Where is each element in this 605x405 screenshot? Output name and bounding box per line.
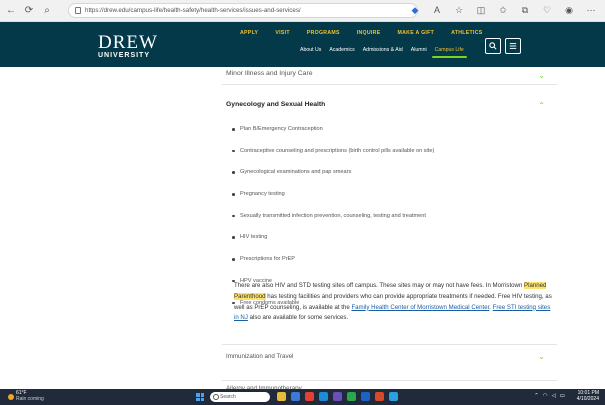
drew-logo[interactable]: DREW UNIVERSITY <box>98 32 158 59</box>
taskbar: 61°F Rain coming Search ⌃ ◠ ◁ ▭ 10:01 PM… <box>0 389 605 405</box>
url-text: https://drew.edu/campus-life/health-safe… <box>85 7 301 14</box>
chevron-down-icon: ⌄ <box>538 352 545 361</box>
favorites-icon[interactable]: ✩ <box>497 4 509 16</box>
lock-icon <box>75 7 81 14</box>
accordion: Minor Illness and Injury Care ⌄ Gynecolo… <box>222 67 557 125</box>
browser-essentials-icon[interactable]: ♡ <box>541 4 553 16</box>
reload-icon[interactable]: ⟳ <box>22 4 36 18</box>
word-icon[interactable] <box>361 392 370 401</box>
site-search-button[interactable] <box>485 38 501 54</box>
chevron-down-icon: ⌄ <box>538 71 545 80</box>
paragraph-text: also are available for some services. <box>247 314 349 322</box>
back-icon[interactable]: ← <box>4 4 18 18</box>
subnav-academics[interactable]: Academics <box>329 47 354 53</box>
system-tray: ⌃ ◠ ◁ ▭ <box>534 393 565 399</box>
taskbar-apps <box>277 392 398 401</box>
wifi-icon[interactable]: ◠ <box>543 393 548 399</box>
subnav-about-us[interactable]: About Us <box>300 47 321 53</box>
favorite-star-icon[interactable]: ☆ <box>453 4 465 16</box>
testing-sites-paragraph: There are also HIV and STD testing sites… <box>234 281 554 324</box>
read-aloud-icon[interactable]: A <box>431 4 443 16</box>
subnav-campus-life[interactable]: Campus Life <box>431 47 467 58</box>
chevron-up-icon: ⌃ <box>538 101 545 110</box>
list-item: Contraceptive counseling and prescriptio… <box>232 148 434 170</box>
nav-visit[interactable]: VISIT <box>275 30 289 36</box>
hamburger-icon <box>509 43 517 49</box>
mail-icon[interactable] <box>389 392 398 401</box>
paragraph-text: There are also HIV and STD testing sites… <box>234 282 525 289</box>
list-item: Gynecological examinations and pap smear… <box>232 169 434 191</box>
file-explorer-icon[interactable] <box>277 392 286 401</box>
clock[interactable]: 10:01 PM 4/10/2024 <box>576 390 599 402</box>
edge-icon[interactable] <box>319 392 328 401</box>
windows-start-icon[interactable] <box>196 393 204 401</box>
list-item: Prescriptions for PrEP <box>232 256 434 278</box>
taskbar-search[interactable]: Search <box>210 392 270 402</box>
address-bar[interactable]: https://drew.edu/campus-life/health-safe… <box>68 3 418 18</box>
site-header: DREW UNIVERSITY APPLY VISIT PROGRAMS INQ… <box>0 22 605 67</box>
subnav-admissions-aid[interactable]: Admissions & Aid <box>363 47 403 53</box>
accordion-minor-illness[interactable]: Minor Illness and Injury Care ⌄ <box>222 67 557 85</box>
collections-icon[interactable]: ⧉ <box>519 4 531 16</box>
teams-icon[interactable] <box>333 392 342 401</box>
browser-search-icon[interactable]: ⌕ <box>40 4 54 18</box>
browser-toolbar: ← ⟳ ⌕ https://drew.edu/campus-life/healt… <box>0 0 605 22</box>
list-item: HIV testing <box>232 234 434 256</box>
accordion-gynecology[interactable]: Gynecology and Sexual Health ⌃ <box>222 85 557 125</box>
family-health-center-link[interactable]: Family Health Center of Morristown Medic… <box>351 304 489 311</box>
subnav-alumni[interactable]: Alumni <box>411 47 427 53</box>
nav-programs[interactable]: PROGRAMS <box>307 30 340 36</box>
accordion-immunization[interactable]: Immunization and Travel ⌄ <box>222 344 557 364</box>
logo-subtitle: UNIVERSITY <box>98 52 151 59</box>
volume-icon[interactable]: ◁ <box>552 393 556 399</box>
excel-icon[interactable] <box>347 392 356 401</box>
accordion-title: Immunization and Travel <box>226 353 294 360</box>
nav-make-a-gift[interactable]: MAKE A GIFT <box>397 30 434 36</box>
split-screen-icon[interactable]: ◫ <box>475 4 487 16</box>
weather-icon <box>8 394 14 400</box>
nav-apply[interactable]: APPLY <box>240 30 258 36</box>
logo-name: DREW <box>98 32 158 53</box>
list-item: Plan B/Emergency Contraception <box>232 126 434 148</box>
clock-date: 4/10/2024 <box>576 395 599 402</box>
powerpoint-icon[interactable] <box>375 392 384 401</box>
list-item: Pregnancy testing <box>232 191 434 213</box>
nav-athletics[interactable]: ATHLETICS <box>451 30 482 36</box>
sub-nav: About Us Academics Admissions & Aid Alum… <box>300 47 472 58</box>
copilot-icon[interactable]: ◉ <box>563 4 575 16</box>
extension-icon[interactable]: ◆ <box>409 4 421 16</box>
battery-icon[interactable]: ▭ <box>560 393 565 399</box>
search-icon <box>489 42 497 50</box>
task-view-icon[interactable] <box>291 392 300 401</box>
more-options-icon[interactable]: ⋯ <box>585 4 597 16</box>
accordion-title: Minor Illness and Injury Care <box>226 70 313 77</box>
chevron-up-icon[interactable]: ⌃ <box>534 393 539 399</box>
nav-inquire[interactable]: INQUIRE <box>357 30 381 36</box>
list-item: Sexually transmitted infection preventio… <box>232 213 434 235</box>
chrome-icon[interactable] <box>305 392 314 401</box>
weather-widget[interactable]: 61°F Rain coming <box>8 390 44 402</box>
top-nav: APPLY VISIT PROGRAMS INQUIRE MAKE A GIFT… <box>240 30 500 36</box>
accordion-title-open: Gynecology and Sexual Health <box>226 101 326 108</box>
site-menu-button[interactable] <box>505 38 521 54</box>
